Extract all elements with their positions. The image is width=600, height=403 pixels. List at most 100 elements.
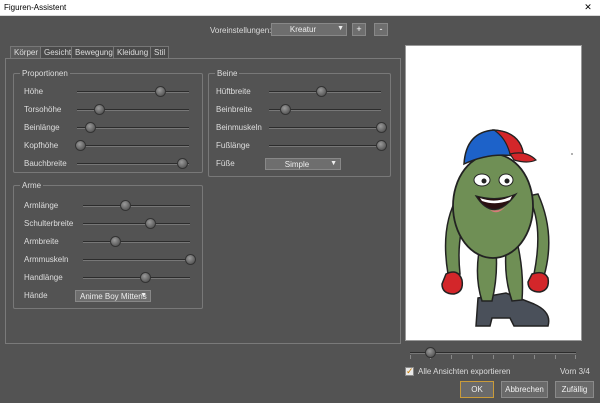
tab-koerper[interactable]: Körper bbox=[10, 46, 43, 58]
hands-select-value: Anime Boy Mittens bbox=[80, 292, 147, 301]
slider-track[interactable] bbox=[77, 122, 189, 133]
slider-thumb[interactable] bbox=[315, 86, 327, 97]
slider-row: Armlänge bbox=[24, 200, 199, 212]
random-button[interactable]: Zufällig bbox=[555, 381, 594, 398]
slider-thumb[interactable] bbox=[185, 254, 196, 265]
view-slider-tick bbox=[493, 355, 494, 359]
tab-bewegung[interactable]: Bewegung bbox=[71, 46, 117, 58]
slider-track[interactable] bbox=[83, 272, 190, 283]
hands-label: Hände bbox=[24, 291, 48, 300]
export-all-views-checkbox[interactable]: ✓ bbox=[405, 367, 414, 376]
close-icon[interactable]: ✕ bbox=[578, 0, 598, 16]
slider-label: Kopfhöhe bbox=[24, 141, 59, 150]
slider-thumb[interactable] bbox=[75, 140, 87, 151]
add-preset-button[interactable]: + bbox=[352, 23, 366, 36]
slider-row: Armmuskeln bbox=[24, 254, 199, 266]
tab-gesicht[interactable]: Gesicht bbox=[40, 46, 76, 58]
presets-select[interactable]: Kreatur ▼ bbox=[271, 23, 347, 36]
cancel-button[interactable]: Abbrechen bbox=[501, 381, 548, 398]
slider-track[interactable] bbox=[269, 140, 387, 151]
view-slider-tick bbox=[555, 355, 556, 359]
slider-row: Armbreite bbox=[24, 236, 199, 248]
slider-label: Beinlänge bbox=[24, 123, 60, 132]
slider-track[interactable] bbox=[77, 104, 189, 115]
tab-kleidung[interactable]: Kleidung bbox=[113, 46, 153, 58]
slider-label: Schulterbreite bbox=[24, 219, 74, 228]
slider-thumb[interactable] bbox=[145, 218, 157, 229]
slider-label: Armlänge bbox=[24, 201, 59, 210]
slider-thumb[interactable] bbox=[94, 104, 106, 115]
slider-row: Handlänge bbox=[24, 272, 199, 284]
view-slider[interactable] bbox=[410, 346, 576, 360]
slider-row: Beinmuskeln bbox=[216, 122, 388, 134]
slider-label: Beinbreite bbox=[216, 105, 253, 114]
title-bar: Figuren-Assistent ✕ bbox=[0, 0, 600, 16]
slider-thumb[interactable] bbox=[85, 122, 97, 133]
slider-track[interactable] bbox=[83, 254, 196, 265]
slider-thumb[interactable] bbox=[119, 200, 131, 211]
view-slider-thumb[interactable] bbox=[424, 347, 436, 358]
slider-row: Beinlänge bbox=[24, 122, 199, 134]
slider-thumb[interactable] bbox=[154, 86, 166, 97]
slider-row: Schulterbreite bbox=[24, 218, 199, 230]
proportions-group: Proportionen Höhe Torsohöhe Beinlänge Ko… bbox=[13, 69, 203, 173]
slider-track[interactable] bbox=[77, 158, 189, 169]
arms-title: Arme bbox=[20, 181, 44, 190]
window-title: Figuren-Assistent bbox=[4, 3, 67, 12]
hands-row: Hände Anime Boy Mittens ▼ bbox=[24, 290, 199, 302]
slider-row: Höhe bbox=[24, 86, 199, 98]
slider-track[interactable] bbox=[83, 200, 190, 211]
slider-thumb[interactable] bbox=[376, 122, 387, 133]
slider-track[interactable] bbox=[83, 236, 190, 247]
slider-thumb[interactable] bbox=[279, 104, 291, 115]
slider-row: Bauchbreite bbox=[24, 158, 199, 170]
slider-label: Hüftbreite bbox=[216, 87, 251, 96]
chevron-down-icon: ▼ bbox=[140, 292, 147, 299]
legs-title: Beine bbox=[215, 69, 240, 78]
slider-track[interactable] bbox=[77, 86, 189, 97]
view-slider-tick bbox=[575, 355, 576, 359]
view-slider-tick bbox=[451, 355, 452, 359]
proportions-title: Proportionen bbox=[20, 69, 70, 78]
chevron-down-icon: ▼ bbox=[337, 25, 344, 32]
feet-row: Füße Simple ▼ bbox=[216, 158, 388, 170]
feet-label: Füße bbox=[216, 159, 235, 168]
view-slider-tick bbox=[472, 355, 473, 359]
arms-group: Arme Armlänge Schulterbreite Armbreite A… bbox=[13, 181, 203, 309]
tab-panel-koerper: Proportionen Höhe Torsohöhe Beinlänge Ko… bbox=[5, 58, 401, 344]
view-slider-tick bbox=[534, 355, 535, 359]
slider-thumb[interactable] bbox=[110, 236, 122, 247]
slider-track[interactable] bbox=[83, 218, 190, 229]
hands-select[interactable]: Anime Boy Mittens ▼ bbox=[75, 290, 151, 302]
character-illustration bbox=[441, 129, 573, 327]
legs-group: Beine Hüftbreite Beinbreite Beinmuskeln … bbox=[208, 69, 391, 177]
slider-label: Handlänge bbox=[24, 273, 63, 282]
slider-label: Armbreite bbox=[24, 237, 59, 246]
slider-row: Fußlänge bbox=[216, 140, 388, 152]
slider-row: Kopfhöhe bbox=[24, 140, 199, 152]
slider-track[interactable] bbox=[269, 86, 381, 97]
remove-preset-button[interactable]: - bbox=[374, 23, 388, 36]
slider-thumb[interactable] bbox=[376, 140, 387, 151]
export-all-views-label: Alle Ansichten exportieren bbox=[418, 367, 511, 376]
slider-label: Fußlänge bbox=[216, 141, 250, 150]
slider-track[interactable] bbox=[269, 122, 387, 133]
character-preview bbox=[405, 45, 582, 341]
feet-select-value: Simple bbox=[284, 160, 310, 169]
slider-track[interactable] bbox=[75, 140, 189, 151]
slider-label: Bauchbreite bbox=[24, 159, 67, 168]
tab-stil[interactable]: Stil bbox=[150, 46, 170, 58]
chevron-down-icon: ▼ bbox=[330, 160, 337, 167]
slider-thumb[interactable] bbox=[177, 158, 189, 169]
presets-label: Voreinstellungen: bbox=[210, 26, 272, 35]
slider-row: Hüftbreite bbox=[216, 86, 388, 98]
view-slider-tick bbox=[410, 355, 411, 359]
feet-select[interactable]: Simple ▼ bbox=[265, 158, 341, 170]
slider-track[interactable] bbox=[269, 104, 381, 115]
slider-label: Torsohöhe bbox=[24, 105, 62, 114]
view-slider-tick bbox=[513, 355, 514, 359]
ok-button[interactable]: OK bbox=[460, 381, 494, 398]
slider-thumb[interactable] bbox=[140, 272, 152, 283]
slider-label: Beinmuskeln bbox=[216, 123, 262, 132]
slider-row: Torsohöhe bbox=[24, 104, 199, 116]
